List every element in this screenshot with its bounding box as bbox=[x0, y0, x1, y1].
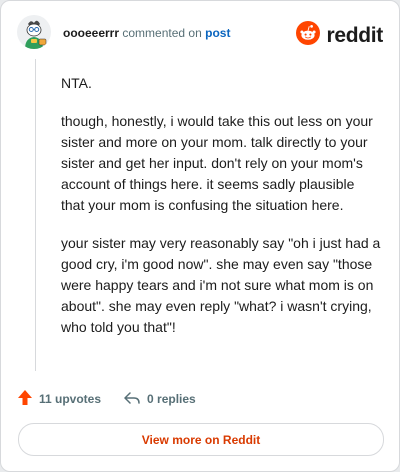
avatar[interactable] bbox=[17, 15, 51, 49]
replies-button[interactable]: 0 replies bbox=[123, 390, 196, 409]
comment-paragraph: NTA. bbox=[61, 75, 92, 91]
comment-header: oooeeerrr commented on post bbox=[63, 26, 230, 40]
reply-count: 0 replies bbox=[147, 392, 196, 406]
post-link[interactable]: post bbox=[205, 26, 230, 40]
upvote-count: 11 upvotes bbox=[39, 392, 102, 406]
reddit-comment-card: oooeeerrr commented on post reddit NTA. … bbox=[0, 0, 400, 472]
commented-on-label: commented on bbox=[122, 26, 202, 40]
reply-arrow-icon bbox=[123, 390, 141, 409]
view-more-button[interactable]: View more on Reddit bbox=[18, 423, 384, 456]
comment-paragraph: your sister may very reasonably say "oh … bbox=[61, 235, 381, 335]
reddit-logo[interactable]: reddit bbox=[296, 21, 383, 50]
upvote-button[interactable]: 11 upvotes bbox=[17, 389, 101, 409]
reddit-snoo-icon bbox=[296, 21, 321, 50]
username[interactable]: oooeeerrr bbox=[63, 26, 119, 40]
brand-wordmark: reddit bbox=[326, 23, 383, 47]
upvote-arrow-icon bbox=[17, 389, 33, 409]
thread-line bbox=[35, 59, 36, 371]
comment-actions: 11 upvotes 0 replies bbox=[17, 389, 196, 409]
comment-paragraph: though, honestly, i would take this out … bbox=[61, 113, 373, 213]
comment-body: NTA. though, honestly, i would take this… bbox=[61, 73, 381, 355]
